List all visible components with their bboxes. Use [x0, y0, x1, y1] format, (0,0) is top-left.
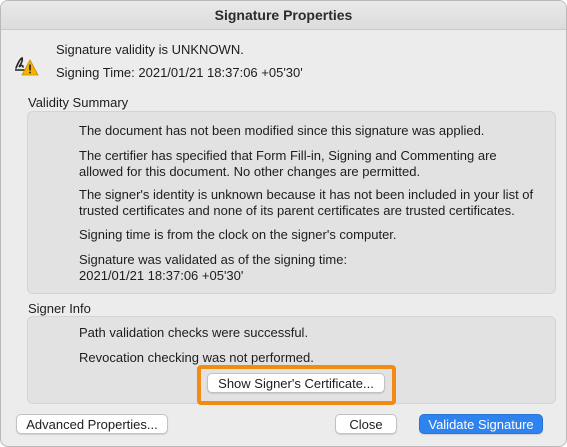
advanced-properties-button[interactable]: Advanced Properties...	[16, 414, 168, 434]
window-title: Signature Properties	[1, 1, 566, 30]
validity-paragraph: The document has not been modified since…	[79, 123, 485, 138]
signing-time-text: Signing Time: 2021/01/21 18:37:06 +05'30…	[56, 65, 303, 80]
validity-paragraph: The signer's identity is unknown because…	[79, 187, 534, 218]
signer-info-line: Revocation checking was not performed.	[79, 350, 314, 365]
validity-paragraph: The certifier has specified that Form Fi…	[79, 148, 497, 179]
validity-summary-label: Validity Summary	[28, 95, 129, 110]
signature-warning-icon	[15, 56, 39, 76]
signer-info-line: Path validation checks were successful.	[79, 325, 309, 340]
validity-paragraph: Signature was validated as of the signin…	[79, 252, 348, 283]
close-button[interactable]: Close	[335, 414, 397, 434]
validate-signature-button[interactable]: Validate Signature	[419, 414, 543, 434]
validity-paragraph: Signing time is from the clock on the si…	[79, 227, 397, 242]
signer-info-label: Signer Info	[28, 301, 91, 316]
show-signers-certificate-button[interactable]: Show Signer's Certificate...	[207, 373, 385, 393]
signature-properties-dialog: Signature Properties Signature validity …	[0, 0, 567, 447]
signature-validity-text: Signature validity is UNKNOWN.	[56, 42, 244, 57]
